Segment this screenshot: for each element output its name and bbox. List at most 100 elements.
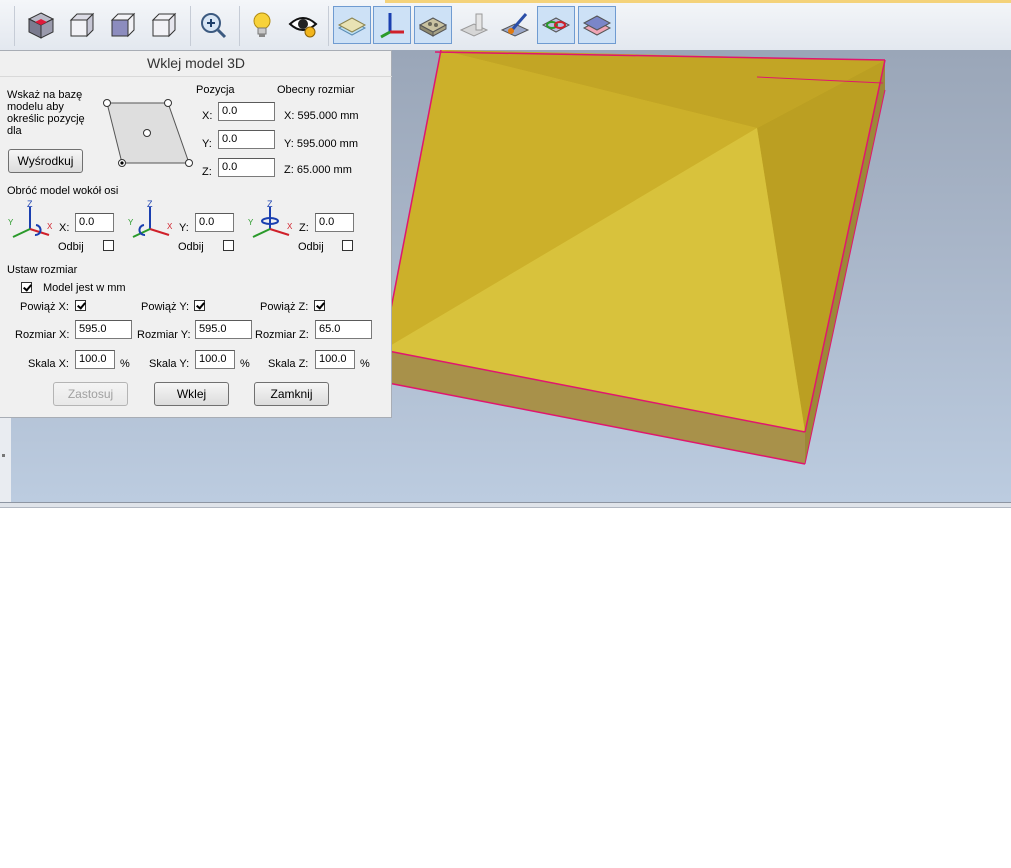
toolbar-separator bbox=[190, 6, 191, 46]
tool-shape-icon bbox=[459, 13, 489, 37]
toolbar-separator bbox=[14, 6, 15, 46]
svg-text:Z: Z bbox=[267, 199, 273, 209]
title-divider bbox=[0, 76, 392, 77]
svg-text:Y: Y bbox=[8, 218, 14, 227]
mirror-y-label: Odbij bbox=[178, 241, 204, 253]
model-in-mm-label: Model jest w mm bbox=[43, 282, 126, 294]
base-point-top-right[interactable] bbox=[164, 99, 172, 107]
eye-icon bbox=[288, 17, 318, 38]
center-button[interactable]: Wyśrodkuj bbox=[8, 149, 83, 173]
toolbar-accent-strip bbox=[385, 0, 1011, 3]
toggle-axes-button[interactable] bbox=[373, 6, 411, 44]
material-block-icon bbox=[418, 17, 448, 37]
close-button[interactable]: Zamknij bbox=[254, 382, 329, 406]
size-x-label: Rozmiar X: bbox=[15, 329, 70, 341]
size-x-input[interactable]: 595.0 bbox=[75, 320, 132, 339]
toggle-plane-button[interactable] bbox=[333, 6, 371, 44]
shaded-cube-icon bbox=[110, 12, 136, 38]
scale-z-input[interactable]: 100.0 bbox=[315, 350, 355, 369]
rotate-z-input[interactable]: 0.0 bbox=[315, 213, 354, 232]
link-z-label: Powiąż Z: bbox=[260, 301, 309, 313]
mirror-x-label: Odbij bbox=[58, 241, 84, 253]
scale-y-input[interactable]: 100.0 bbox=[195, 350, 235, 369]
visibility-button[interactable] bbox=[284, 6, 322, 44]
base-point-top-left[interactable] bbox=[103, 99, 111, 107]
link-x-label: Powiąż X: bbox=[20, 301, 69, 313]
scale-z-percent: % bbox=[360, 358, 370, 370]
svg-text:X: X bbox=[287, 222, 293, 231]
main-toolbar bbox=[0, 0, 1011, 51]
link-z-checkbox[interactable] bbox=[314, 300, 325, 311]
position-y-input[interactable]: 0.0 bbox=[218, 130, 275, 149]
rotate-x-input[interactable]: 0.0 bbox=[75, 213, 114, 232]
current-size-z: Z: 65.000 mm bbox=[284, 164, 352, 176]
rotate-x-label: X: bbox=[59, 222, 70, 234]
size-z-input[interactable]: 65.0 bbox=[315, 320, 372, 339]
mirror-z-label: Odbij bbox=[298, 241, 324, 253]
toggle-layers-button[interactable] bbox=[578, 6, 616, 44]
position-z-input[interactable]: 0.0 bbox=[218, 158, 275, 177]
position-y-label: Y: bbox=[202, 138, 212, 150]
link-y-label: Powiąż Y: bbox=[141, 301, 190, 313]
scale-z-label: Skala Z: bbox=[268, 358, 309, 370]
size-y-input[interactable]: 595.0 bbox=[195, 320, 252, 339]
position-x-input[interactable]: 0.0 bbox=[218, 102, 275, 121]
view-right-button[interactable] bbox=[104, 6, 142, 44]
rotate-x-axis-icon: Z X Y bbox=[8, 199, 53, 238]
dialog-title: Wklej model 3D bbox=[146, 55, 246, 71]
svg-text:X: X bbox=[47, 222, 53, 231]
toggle-tool-button[interactable] bbox=[455, 6, 493, 44]
view-iso-button[interactable] bbox=[22, 6, 60, 44]
scale-x-percent: % bbox=[120, 358, 130, 370]
link-y-checkbox[interactable] bbox=[194, 300, 205, 311]
scale-y-percent: % bbox=[240, 358, 250, 370]
model-in-mm-checkbox[interactable] bbox=[21, 282, 32, 293]
rotate-y-input[interactable]: 0.0 bbox=[195, 213, 234, 232]
base-point-picker[interactable] bbox=[100, 97, 196, 169]
current-size-x: X: 595.000 mm bbox=[284, 110, 359, 122]
size-z-label: Rozmiar Z: bbox=[255, 329, 309, 341]
lightbulb-icon bbox=[253, 12, 271, 37]
strip-marker bbox=[2, 454, 5, 457]
rotate-header: Obróć model wokół osi bbox=[7, 185, 119, 197]
layers-icon bbox=[582, 15, 612, 36]
toolbar-separator bbox=[239, 6, 240, 46]
wireframe-cube-icon bbox=[69, 12, 95, 38]
paste-3d-model-dialog: Wklej model 3D Wskaż na bazę modelu aby … bbox=[0, 50, 392, 418]
view-back-button[interactable] bbox=[145, 6, 183, 44]
paint-brush-icon bbox=[500, 13, 530, 37]
view-front-button[interactable] bbox=[63, 6, 101, 44]
position-z-label: Z: bbox=[202, 166, 212, 178]
link-x-checkbox[interactable] bbox=[75, 300, 86, 311]
base-point-bottom-right[interactable] bbox=[185, 159, 193, 167]
viewport-bottom-border bbox=[0, 502, 1011, 508]
svg-text:Y: Y bbox=[248, 218, 254, 227]
cube-red-corner-icon bbox=[27, 12, 55, 39]
base-position-hint: Wskaż na bazę modelu aby określic pozycj… bbox=[7, 89, 85, 137]
scale-y-label: Skala Y: bbox=[149, 358, 190, 370]
rotate-y-label: Y: bbox=[179, 222, 189, 234]
plane-layer-icon bbox=[337, 17, 367, 36]
base-point-center[interactable] bbox=[143, 129, 151, 137]
paste-button[interactable]: Wklej bbox=[154, 382, 229, 406]
rotate-z-label: Z: bbox=[299, 222, 309, 234]
mirror-y-checkbox[interactable] bbox=[223, 240, 234, 251]
scale-x-input[interactable]: 100.0 bbox=[75, 350, 115, 369]
lighting-button[interactable] bbox=[243, 6, 281, 44]
paint-button[interactable] bbox=[496, 6, 534, 44]
scale-x-label: Skala X: bbox=[28, 358, 69, 370]
axes-icon bbox=[380, 13, 404, 39]
wireframe-box-icon bbox=[151, 12, 177, 38]
mirror-z-checkbox[interactable] bbox=[342, 240, 353, 251]
toggle-toolpath-button[interactable] bbox=[537, 6, 575, 44]
apply-button[interactable]: Zastosuj bbox=[53, 382, 128, 406]
rotate-y-axis-icon: Z X Y bbox=[128, 199, 173, 238]
position-header: Pozycja bbox=[196, 84, 235, 96]
toggle-material-button[interactable] bbox=[414, 6, 452, 44]
current-size-header: Obecny rozmiar bbox=[277, 84, 355, 96]
mirror-x-checkbox[interactable] bbox=[103, 240, 114, 251]
zoom-button[interactable] bbox=[194, 6, 232, 44]
size-y-label: Rozmiar Y: bbox=[137, 329, 191, 341]
position-x-label: X: bbox=[202, 110, 213, 122]
current-size-y: Y: 595.000 mm bbox=[284, 138, 358, 150]
